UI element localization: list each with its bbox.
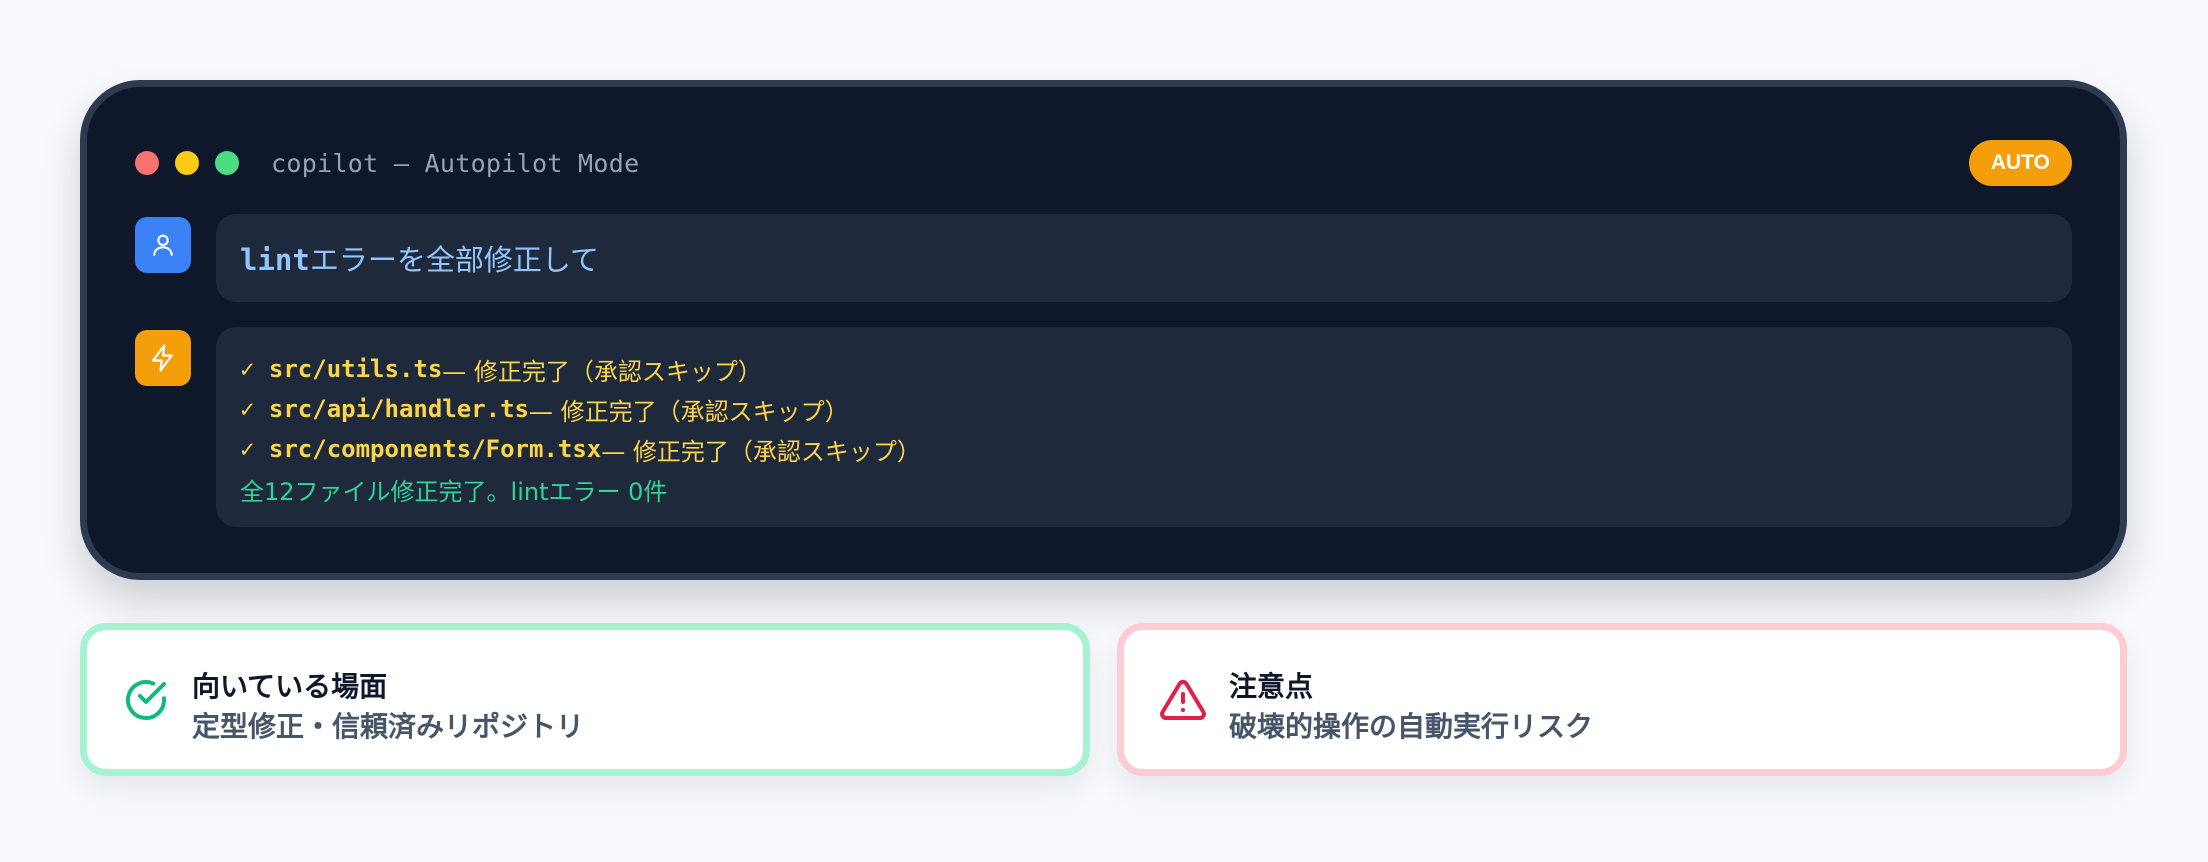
terminal-window: copilot — Autopilot Mode AUTO lintエラーを全部… — [80, 80, 2127, 580]
result-file: src/components/Form.tsx — [268, 435, 602, 463]
check-circle-icon — [126, 679, 166, 720]
suitable-scenes-card: 向いている場面 定型修正・信頼済みリポジトリ — [80, 623, 1090, 776]
user-command: lint — [240, 243, 310, 277]
result-status: — 修正完了（承認スキップ） — [442, 357, 762, 386]
close-window-button[interactable] — [135, 151, 159, 175]
result-summary: 全12ファイル修正完了。lintエラー 0件 — [240, 477, 668, 506]
assistant-avatar — [135, 330, 191, 386]
auto-mode-badge: AUTO — [1968, 140, 2072, 186]
card-title: 注意点 — [1229, 670, 1314, 703]
user-message-text: エラーを全部修正して — [309, 243, 599, 277]
check-mark: ✓ — [240, 355, 255, 383]
minimize-window-button[interactable] — [175, 151, 199, 175]
check-mark: ✓ — [240, 435, 255, 463]
window-title: copilot — Autopilot Mode — [271, 148, 640, 178]
result-line: ✓ src/components/Form.tsx — 修正完了（承認スキップ） — [240, 429, 2048, 469]
lightning-icon — [151, 344, 173, 372]
check-mark: ✓ — [240, 395, 255, 423]
user-icon — [153, 234, 173, 256]
result-file: src/utils.ts — [268, 355, 443, 383]
title-bar: copilot — Autopilot Mode AUTO — [135, 140, 2072, 186]
card-description: 破壊的操作の自動実行リスク — [1229, 710, 1594, 743]
warning-triangle-icon — [1160, 679, 1206, 720]
result-line: ✓ src/utils.ts — 修正完了（承認スキップ） — [240, 349, 2048, 389]
user-message-bubble: lintエラーを全部修正して — [216, 214, 2072, 302]
result-line: ✓ src/api/handler.ts — 修正完了（承認スキップ） — [240, 389, 2048, 429]
user-message: lintエラーを全部修正して — [240, 237, 599, 279]
result-status: — 修正完了（承認スキップ） — [601, 437, 921, 466]
result-status: — 修正完了（承認スキップ） — [529, 397, 849, 426]
assistant-message-bubble: ✓ src/utils.ts — 修正完了（承認スキップ） ✓ src/api/… — [216, 327, 2072, 527]
card-title: 向いている場面 — [192, 670, 388, 703]
card-description: 定型修正・信頼済みリポジトリ — [192, 710, 585, 743]
caution-card: 注意点 破壊的操作の自動実行リスク — [1117, 623, 2127, 776]
result-file: src/api/handler.ts — [268, 395, 529, 423]
page: copilot — Autopilot Mode AUTO lintエラーを全部… — [0, 0, 2208, 862]
user-avatar — [135, 217, 191, 273]
maximize-window-button[interactable] — [215, 151, 239, 175]
